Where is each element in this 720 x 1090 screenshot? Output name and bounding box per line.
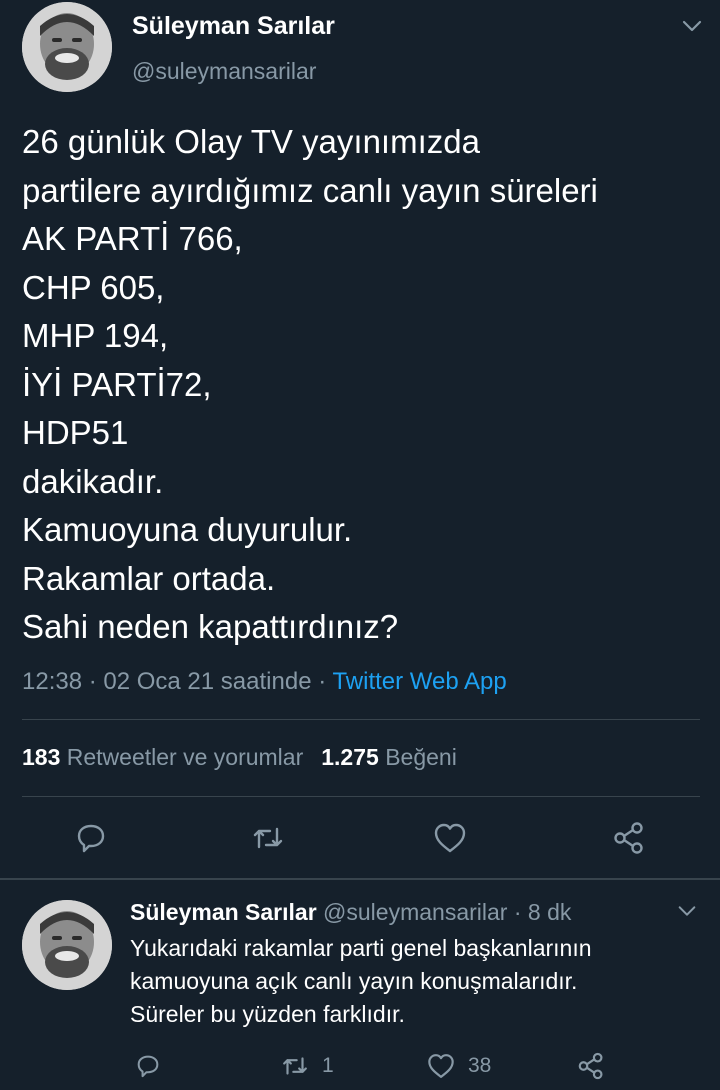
avatar[interactable]: [22, 2, 112, 92]
chevron-down-icon[interactable]: [676, 900, 698, 922]
like-icon: [428, 1054, 454, 1078]
main-tweet: Süleyman Sarılar @suleymansarilar 26 gün…: [0, 0, 720, 878]
chevron-down-icon[interactable]: [680, 14, 704, 38]
reply-icon: [77, 824, 105, 853]
like-count: 38: [468, 1054, 492, 1077]
source-link[interactable]: Twitter Web App: [332, 668, 506, 695]
retweets-stat[interactable]: 183 Retweetler ve yorumlar: [22, 744, 303, 770]
likes-count: 1.275: [321, 744, 379, 770]
likes-label: Beğeni: [385, 744, 457, 770]
reply-line: kamuoyuna açık canlı yayın konuşmalarıdı…: [130, 968, 578, 994]
reply-button[interactable]: [134, 1051, 162, 1081]
tweet-line: dakikadır.: [22, 462, 164, 500]
reply-line: Süreler bu yüzden farklıdır.: [130, 1001, 405, 1027]
tweet-line: CHP 605,: [22, 268, 165, 306]
tweet-line: partilere ayırdığımız canlı yayın sürele…: [22, 171, 598, 209]
share-icon: [614, 822, 643, 854]
reply-line: Yukarıdaki rakamlar parti genel başkanla…: [130, 935, 592, 961]
tweet-text: 26 günlük Olay TV yayınımızda partilere …: [22, 118, 712, 652]
reply-icon: [137, 1055, 159, 1078]
engagement-stats: 183 Retweetler ve yorumlar 1.275 Beğeni: [22, 744, 457, 771]
tweet-line: 26 günlük Olay TV yayınımızda: [22, 123, 480, 160]
author-name[interactable]: Süleyman Sarılar: [132, 12, 335, 41]
timestamp[interactable]: 12:38 · 02 Oca 21 saatinde ·: [22, 668, 326, 695]
divider: [22, 796, 700, 797]
share-button[interactable]: [576, 1051, 606, 1081]
share-button[interactable]: [611, 820, 647, 856]
tweet-line: Sahi neden kapattırdınız?: [22, 608, 399, 645]
reply-text: Yukarıdaki rakamlar parti genel başkanla…: [130, 932, 710, 1031]
avatar[interactable]: [22, 900, 112, 990]
divider: [22, 719, 700, 720]
retweet-button[interactable]: 1: [280, 1051, 334, 1081]
tweet-line: AK PARTİ 766,: [22, 220, 243, 257]
like-button[interactable]: [432, 820, 468, 856]
tweet-line: Kamuoyuna duyurulur.: [22, 511, 353, 548]
retweet-icon: [253, 827, 283, 849]
share-icon: [578, 1052, 603, 1080]
tweet-meta: 12:38 · 02 Oca 21 saatinde · Twitter Web…: [22, 668, 507, 696]
tweet-line: HDP51: [22, 414, 129, 451]
tweet-line: Rakamlar ortada.: [22, 559, 276, 597]
like-icon: [434, 823, 466, 853]
retweet-icon: [283, 1057, 307, 1075]
likes-stat[interactable]: 1.275 Beğeni: [321, 744, 457, 770]
reply-button[interactable]: [73, 820, 109, 856]
reply-author-handle[interactable]: @suleymansarilar · 8 dk: [323, 899, 571, 925]
reply-header: Süleyman Sarılar @suleymansarilar · 8 dk: [130, 899, 571, 926]
like-button[interactable]: 38: [426, 1051, 491, 1081]
tweet-line: İYİ PARTİ72,: [22, 365, 212, 403]
divider: [0, 878, 720, 880]
retweet-count: 1: [322, 1054, 334, 1077]
retweets-count: 183: [22, 744, 61, 770]
retweets-label: Retweetler ve yorumlar: [66, 744, 304, 770]
retweet-button[interactable]: [250, 820, 286, 856]
author-handle[interactable]: @suleymansarilar: [132, 58, 316, 85]
tweet-line: MHP 194,: [22, 317, 169, 354]
reply-author-name[interactable]: Süleyman Sarılar: [130, 899, 317, 925]
